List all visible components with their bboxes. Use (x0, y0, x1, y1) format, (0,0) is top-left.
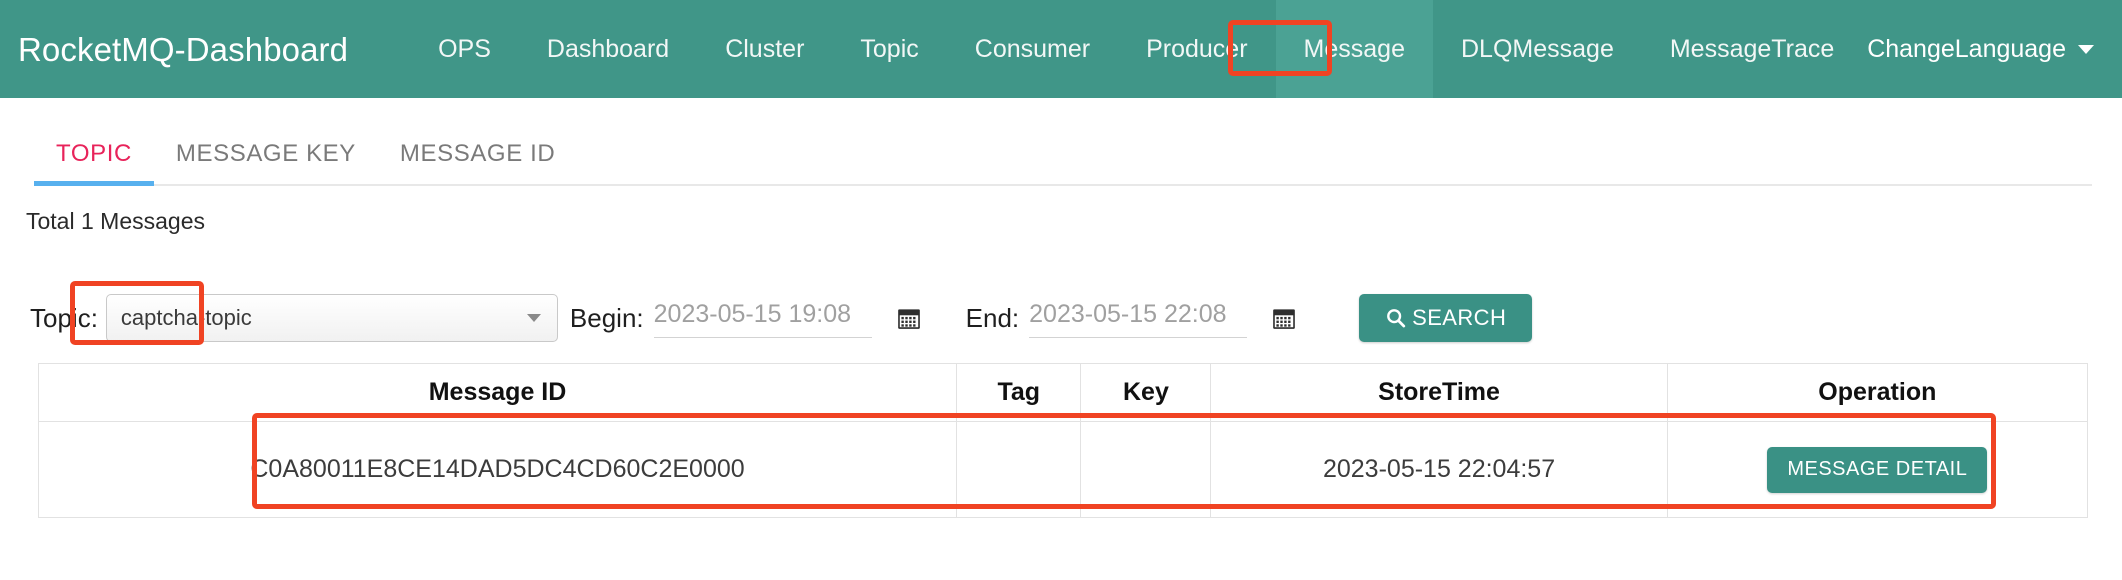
brand-title: RocketMQ-Dashboard (18, 30, 349, 68)
calendar-icon[interactable] (896, 305, 922, 331)
change-language-label: ChangeLanguage (1867, 34, 2066, 63)
nav-link-dlqmessage[interactable]: DLQMessage (1433, 0, 1642, 98)
messages-table: Message ID Tag Key StoreTime Operation C… (37, 363, 2089, 518)
end-date-input[interactable] (1029, 298, 1248, 338)
nav-link-message[interactable]: Message (1275, 0, 1433, 98)
cell-storetime: 2023-05-15 22:04:57 (1210, 421, 1668, 518)
cell-message-id: C0A80011E8CE14DAD5DC4CD60C2E0000 (37, 421, 958, 518)
nav-link-cluster[interactable]: Cluster (697, 0, 832, 98)
filter-bar: Topic: captcha-topic Begin: 2023-05-15 1… (30, 281, 2122, 345)
search-icon (1385, 307, 1407, 329)
calendar-icon[interactable] (1271, 305, 1297, 331)
nav-links: OPS Dashboard Cluster Topic Consumer Pro… (410, 0, 1862, 98)
tab-message-key[interactable]: MESSAGE KEY (154, 140, 378, 184)
nav-link-ops[interactable]: OPS (410, 0, 519, 98)
search-button-label: SEARCH (1412, 305, 1507, 330)
table-row: C0A80011E8CE14DAD5DC4CD60C2E0000 2023-05… (37, 421, 2089, 518)
nav-link-messagetrace[interactable]: MessageTrace (1642, 0, 1862, 98)
nav-link-topic[interactable]: Topic (832, 0, 946, 98)
topic-select-value: captcha-topic (120, 305, 252, 330)
table-header-row: Message ID Tag Key StoreTime Operation (37, 363, 2089, 422)
cell-operation: MESSAGE DETAIL (1666, 421, 2089, 518)
nav-link-producer[interactable]: Producer (1118, 0, 1275, 98)
tab-topic[interactable]: TOPIC (34, 140, 154, 186)
messages-table-head: Message ID Tag Key StoreTime Operation (37, 363, 2089, 422)
messages-table-body: C0A80011E8CE14DAD5DC4CD60C2E0000 2023-05… (37, 421, 2089, 518)
cell-tag (956, 421, 1082, 518)
nav-link-consumer[interactable]: Consumer (947, 0, 1118, 98)
begin-date-input[interactable] (653, 298, 872, 338)
topic-select[interactable]: captcha-topic (105, 294, 558, 342)
end-date-group: End: (966, 298, 1298, 338)
header-operation: Operation (1666, 363, 2089, 422)
change-language-dropdown[interactable]: ChangeLanguage (1867, 35, 2094, 64)
chevron-down-icon (526, 314, 541, 322)
topic-label: Topic: (30, 302, 98, 333)
header-storetime: StoreTime (1210, 363, 1668, 422)
tab-message-id[interactable]: MESSAGE ID (378, 140, 577, 184)
begin-date-group: Begin: (570, 298, 922, 338)
total-messages-text: Total 1 Messages (26, 208, 205, 234)
nav-right: ChangeLanguage (1867, 35, 2094, 64)
header-tag: Tag (956, 363, 1082, 422)
header-key: Key (1080, 363, 1212, 422)
messages-table-wrap: Message ID Tag Key StoreTime Operation C… (37, 363, 2089, 518)
search-button[interactable]: SEARCH (1359, 294, 1533, 342)
nav-link-dashboard[interactable]: Dashboard (519, 0, 697, 98)
cell-key (1080, 421, 1212, 518)
message-query-tabs: TOPIC MESSAGE KEY MESSAGE ID (34, 98, 2092, 186)
begin-label: Begin: (569, 302, 644, 333)
header-message-id: Message ID (37, 363, 958, 422)
page-content: TOPIC MESSAGE KEY MESSAGE ID Total 1 Mes… (0, 98, 2122, 518)
end-label: End: (965, 302, 1020, 333)
message-detail-button[interactable]: MESSAGE DETAIL (1767, 446, 1988, 493)
top-navbar: RocketMQ-Dashboard OPS Dashboard Cluster… (0, 0, 2122, 98)
chevron-down-icon (2078, 44, 2094, 54)
